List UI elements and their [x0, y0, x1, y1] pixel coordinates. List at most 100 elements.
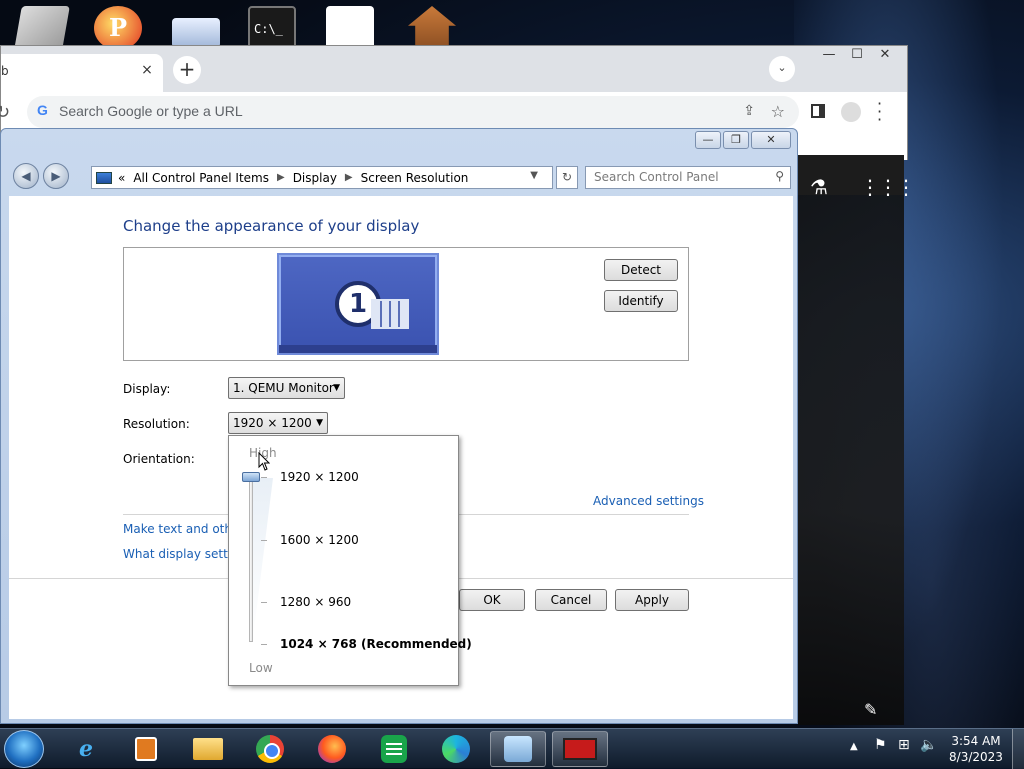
desktop-icon-app-1[interactable] — [14, 6, 70, 50]
tray-overflow-icon[interactable]: ▲ — [850, 741, 858, 752]
orientation-label: Orientation: — [123, 452, 195, 466]
back-arrow-icon[interactable]: ◀ — [13, 163, 39, 189]
display-select[interactable]: 1. QEMU Monitor ▼ — [228, 377, 345, 399]
taskbar-internet-explorer[interactable]: e — [58, 731, 114, 767]
resolution-label: Resolution: — [123, 417, 190, 431]
apply-button[interactable]: Apply — [615, 589, 689, 611]
address-dropdown-icon[interactable]: ▼ — [530, 170, 538, 181]
make-text-larger-link[interactable]: Make text and other — [123, 522, 244, 536]
taskbar-display-settings[interactable] — [490, 731, 546, 767]
resolution-slider-thumb[interactable] — [242, 472, 260, 482]
advanced-settings-link[interactable]: Advanced settings — [593, 494, 704, 508]
desktop-icon-home[interactable] — [408, 6, 456, 50]
taskbar-red-app[interactable] — [552, 731, 608, 767]
taskbar-edge[interactable] — [428, 731, 484, 767]
resolution-option-1024x768[interactable]: 1024 × 768 (Recommended) — [280, 637, 472, 651]
forward-arrow-icon[interactable]: ▶ — [43, 163, 69, 189]
app-2-glyph: P — [108, 13, 128, 42]
resolution-select[interactable]: 1920 × 1200 ▼ — [228, 412, 328, 434]
clock-time: 3:54 AM — [951, 734, 1001, 748]
network-icon[interactable]: ⊞ — [898, 737, 910, 753]
detect-button[interactable]: Detect — [604, 259, 678, 281]
volume-icon[interactable]: 🔈 — [920, 737, 937, 753]
labs-flask-icon[interactable]: ⚗ — [810, 175, 828, 199]
media-player-icon — [135, 737, 157, 761]
cp-maximize-icon[interactable]: ❐ — [723, 131, 749, 149]
reload-icon[interactable]: ↻ — [0, 102, 10, 123]
profile-avatar-icon[interactable] — [841, 102, 861, 122]
chevron-down-icon: ▼ — [333, 383, 340, 393]
apps-grid-icon[interactable]: ⋮⋮⋮ — [860, 175, 916, 199]
monitor-taskbar — [279, 345, 437, 353]
taskbar-chrome[interactable] — [242, 731, 298, 767]
folder-icon — [193, 738, 223, 760]
tab-title: b — [1, 64, 9, 78]
tab-close-icon[interactable]: × — [139, 62, 155, 78]
desktop-icon-app-2[interactable]: P — [94, 6, 142, 50]
firefox-icon — [318, 735, 346, 763]
control-panel-icon — [96, 171, 112, 184]
refresh-icon[interactable]: ↻ — [556, 166, 578, 189]
monitor-preview-panel: 1 Detect Identify — [123, 247, 689, 361]
desktop-icon-network[interactable] — [172, 18, 220, 48]
identify-button[interactable]: Identify — [604, 290, 678, 312]
tab-search-icon[interactable]: ⌄ — [769, 56, 795, 82]
breadcrumb-all-items[interactable]: All Control Panel Items — [133, 171, 269, 185]
breadcrumb-screen-resolution[interactable]: Screen Resolution — [361, 171, 469, 185]
taskbar-media-player[interactable] — [118, 731, 174, 767]
chrome-window-controls: — ☐ ✕ — [815, 46, 899, 66]
minimize-icon[interactable]: — — [815, 46, 843, 64]
action-center-flag-icon[interactable]: ⚑ — [874, 737, 887, 753]
taskbar-file-explorer[interactable] — [180, 731, 236, 767]
start-button[interactable] — [4, 730, 44, 768]
breadcrumb-display[interactable]: Display — [293, 171, 337, 185]
bookmark-star-icon[interactable]: ☆ — [771, 102, 785, 121]
cp-close-icon[interactable]: ✕ — [751, 131, 791, 149]
show-desktop-button[interactable] — [1012, 729, 1024, 769]
monitor-grid-icon — [371, 299, 409, 329]
cp-navigation: ◀ ▶ — [13, 163, 69, 189]
chrome-tab[interactable]: b × — [1, 54, 163, 92]
cp-address-bar[interactable]: « All Control Panel Items ▶ Display ▶ Sc… — [91, 166, 553, 189]
chrome-icon — [256, 735, 284, 763]
red-app-icon — [563, 738, 597, 760]
resolution-option-1280x960[interactable]: 1280 × 960 — [280, 595, 351, 609]
resolution-slider-track[interactable] — [249, 472, 253, 642]
resolution-value: 1920 × 1200 — [233, 416, 312, 430]
monitor-1-icon[interactable]: 1 — [277, 253, 439, 355]
cancel-button[interactable]: Cancel — [535, 589, 607, 611]
resolution-option-1920x1200[interactable]: 1920 × 1200 — [280, 470, 359, 484]
search-icon[interactable]: ⚲ — [775, 169, 784, 183]
breadcrumb-separator-icon[interactable]: ▶ — [277, 172, 285, 183]
chevron-down-icon: ▼ — [316, 418, 323, 428]
chrome-titlebar: b × + ⌄ — ☐ ✕ — [1, 46, 907, 92]
taskbar-clock[interactable]: 3:54 AM 8/3/2023 — [944, 733, 1008, 765]
omnibox[interactable]: G Search Google or type a URL ⇪ ☆ — [27, 96, 799, 128]
display-settings-icon — [504, 736, 532, 762]
slider-tick — [261, 477, 267, 478]
taskbar-sheets[interactable] — [366, 731, 422, 767]
new-tab-button[interactable]: + — [173, 56, 201, 84]
cp-minimize-icon[interactable]: — — [695, 131, 721, 149]
slider-tick — [261, 644, 267, 645]
desktop-icon-console[interactable]: C:\_ — [248, 6, 296, 50]
breadcrumb-separator-icon[interactable]: ▶ — [345, 172, 353, 183]
cp-search-placeholder: Search Control Panel — [594, 170, 719, 184]
cp-window-controls: — ❐ ✕ — [695, 131, 791, 149]
customize-pencil-icon[interactable]: ✎ — [864, 700, 877, 719]
maximize-icon[interactable]: ☐ — [843, 46, 871, 64]
display-value: 1. QEMU Monitor — [233, 381, 334, 395]
taskbar-firefox[interactable] — [304, 731, 360, 767]
desktop-icon-document[interactable] — [326, 6, 374, 50]
kebab-menu-icon[interactable]: · · · — [877, 96, 882, 128]
mouse-cursor-icon — [258, 452, 270, 471]
close-icon[interactable]: ✕ — [871, 46, 899, 64]
cp-search-input[interactable]: Search Control Panel ⚲ — [585, 166, 791, 189]
share-icon[interactable]: ⇪ — [743, 103, 755, 119]
ok-button[interactable]: OK — [459, 589, 525, 611]
side-panel-icon[interactable] — [811, 104, 825, 118]
resolution-option-1600x1200[interactable]: 1600 × 1200 — [280, 533, 359, 547]
resolution-dropdown: High 1920 × 1200 1600 × 1200 1280 × 960 … — [228, 435, 472, 686]
slider-gradient — [253, 478, 273, 638]
taskbar: e ▲ ⚑ ⊞ 🔈 3:54 AM 8/3/2023 — [0, 728, 1024, 769]
